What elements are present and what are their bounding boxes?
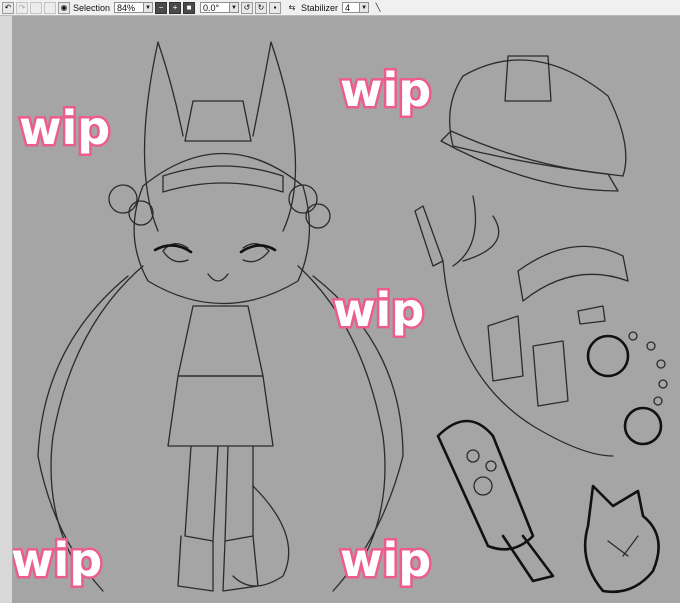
stabilizer-label: Stabilizer (301, 2, 339, 13)
rotate-right-icon[interactable]: ↻ (255, 1, 268, 14)
wip-watermark-5: wip (340, 533, 431, 587)
redo-icon[interactable]: ↷ (16, 1, 28, 14)
flip-horizontal-icon[interactable]: ⇆ (286, 2, 298, 14)
stabilizer-select[interactable]: 4 (342, 2, 361, 13)
police-hat-sketch (440, 55, 627, 192)
drawing-canvas[interactable]: wip wip wip wip wip (13, 16, 680, 603)
whip-sketch (414, 195, 614, 457)
zoom-value: 84% (117, 2, 136, 13)
rotation-select[interactable]: 0.0° (200, 2, 231, 13)
wip-watermark-1: wip (19, 101, 110, 155)
zoom-dropdown-icon[interactable]: ▼ (144, 2, 154, 13)
cat-mask-sketch (583, 484, 660, 594)
zoom-out-icon[interactable]: − (155, 1, 168, 14)
undo-icon[interactable]: ↶ (2, 1, 14, 14)
deselect-button[interactable] (30, 1, 42, 14)
paw-paddle-sketch (436, 419, 555, 583)
toolbar: ↶ ↷ ◉ Selection 84% ▼ − + ■ 0.0° ▼ ↺ ↻ ▪… (0, 0, 680, 16)
handcuff-chain-sketch (586, 331, 668, 446)
zoom-reset-icon[interactable]: ■ (183, 1, 196, 14)
invert-selection-button[interactable] (44, 1, 56, 14)
rotation-reset-icon[interactable]: ▪ (269, 1, 282, 14)
zoom-in-icon[interactable]: + (169, 1, 182, 14)
cuffs-sketch (487, 315, 569, 407)
left-panel-edge (0, 16, 13, 603)
wip-watermark-4: wip (13, 533, 102, 587)
rotate-left-icon[interactable]: ↺ (241, 1, 254, 14)
rotation-dropdown-icon[interactable]: ▼ (230, 2, 240, 13)
eye-icon[interactable]: ◉ (58, 1, 70, 14)
zoom-select[interactable]: 84% (114, 2, 145, 13)
pen-icon[interactable]: ╲ (372, 2, 384, 14)
collar-sketch (517, 245, 629, 325)
wip-watermark-3: wip (333, 283, 424, 337)
rotation-value: 0.0° (203, 2, 220, 13)
stabilizer-value: 4 (345, 2, 351, 13)
stabilizer-dropdown-icon[interactable]: ▼ (360, 2, 370, 13)
wip-watermark-2: wip (340, 63, 431, 117)
canvas-artwork: wip wip wip wip wip (13, 41, 668, 594)
selection-label: Selection (73, 2, 111, 13)
